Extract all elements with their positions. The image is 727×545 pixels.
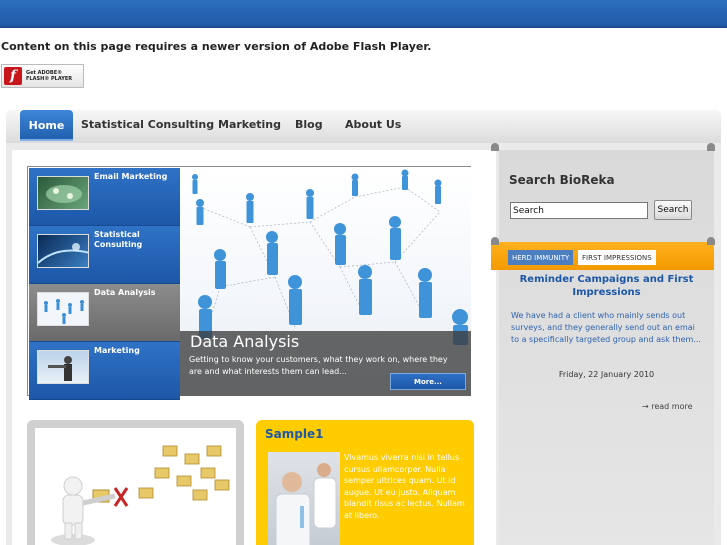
slider-item-label: Marketing xyxy=(94,346,140,355)
flash-warning: Content on this page requires a newer ve… xyxy=(1,40,432,53)
ribbon-knob-right xyxy=(707,237,715,245)
businessman-icon xyxy=(48,356,72,381)
top-bar xyxy=(0,0,727,28)
marketing-thumbnail xyxy=(37,350,89,384)
data-analysis-thumbnail xyxy=(37,292,89,326)
slider-item-email-marketing[interactable]: Email Marketing xyxy=(29,168,180,226)
caption-title: Data Analysis xyxy=(190,332,300,351)
world-map-icon xyxy=(46,185,82,203)
statistical-consulting-thumbnail xyxy=(37,234,89,268)
news-date: Friday, 22 January 2010 xyxy=(558,370,655,379)
sample-box: Sample1 Vivamus viverra nisi in tellus c… xyxy=(256,420,474,545)
email-marketing-thumbnail xyxy=(37,176,89,210)
hero-image: Data Analysis Getting to know your custo… xyxy=(180,167,471,396)
more-button[interactable]: More... xyxy=(390,373,466,390)
sidebar-corner-knob xyxy=(491,143,499,151)
slider-item-label: Data Analysis xyxy=(94,288,156,297)
nav-item-home[interactable]: Home xyxy=(20,110,73,141)
featured-slider: Email Marketing Statistical Consulting D… xyxy=(27,166,471,400)
sample-text: Vivamus viverra nisi in tellus cursus ul… xyxy=(344,453,465,520)
get-flash-player-badge[interactable]: f Get ADOBE® FLASH® PLAYER xyxy=(1,64,84,88)
nav-item-blog[interactable]: Blog xyxy=(295,118,323,131)
slider-caption: Data Analysis Getting to know your custo… xyxy=(180,331,471,396)
scientists-image xyxy=(268,452,340,545)
search-button[interactable]: Search xyxy=(654,200,692,220)
nav-item-about-us[interactable]: About Us xyxy=(345,118,401,131)
search-title: Search BioReka xyxy=(509,173,615,187)
people-network-icon xyxy=(44,299,84,324)
slider-item-data-analysis[interactable]: Data Analysis xyxy=(29,284,180,342)
slider-item-label: Statistical Consulting xyxy=(94,230,143,249)
nav-item-statistical-consulting[interactable]: Statistical Consulting xyxy=(81,118,214,131)
flash-badge-line2: FLASH® PLAYER xyxy=(26,76,73,82)
flash-icon: f xyxy=(4,67,22,85)
sparkle-icon xyxy=(38,243,88,264)
main-nav: Home Statistical Consulting Marketing Bl… xyxy=(6,110,721,143)
email-promo-box xyxy=(27,420,244,545)
slingshot-envelopes-illustration xyxy=(51,445,230,545)
slider-item-statistical-consulting[interactable]: Statistical Consulting xyxy=(29,226,180,284)
email-promo-image xyxy=(35,428,236,545)
sample-title: Sample1 xyxy=(265,427,324,441)
slider-item-marketing[interactable]: Marketing xyxy=(29,342,180,400)
news-title[interactable]: Reminder Campaigns and First Impressions xyxy=(509,273,704,299)
ribbon-knob-left xyxy=(491,237,499,245)
news-excerpt: We have had a client who mainly sends ou… xyxy=(511,311,701,344)
news-tabs-ribbon: HERD IMMUNITY FIRST IMPRESSIONS xyxy=(491,242,714,270)
read-more-link[interactable]: → read more xyxy=(642,402,693,411)
nav-item-marketing[interactable]: Marketing xyxy=(218,118,281,131)
tab-first-impressions[interactable]: FIRST IMPRESSIONS xyxy=(578,250,656,265)
slider-item-label: Email Marketing xyxy=(94,172,168,181)
sidebar-corner-knob-right xyxy=(707,143,715,151)
lab-scientists-illustration xyxy=(275,463,337,545)
tab-herd-immunity[interactable]: HERD IMMUNITY xyxy=(508,250,574,265)
search-input[interactable] xyxy=(510,202,648,219)
